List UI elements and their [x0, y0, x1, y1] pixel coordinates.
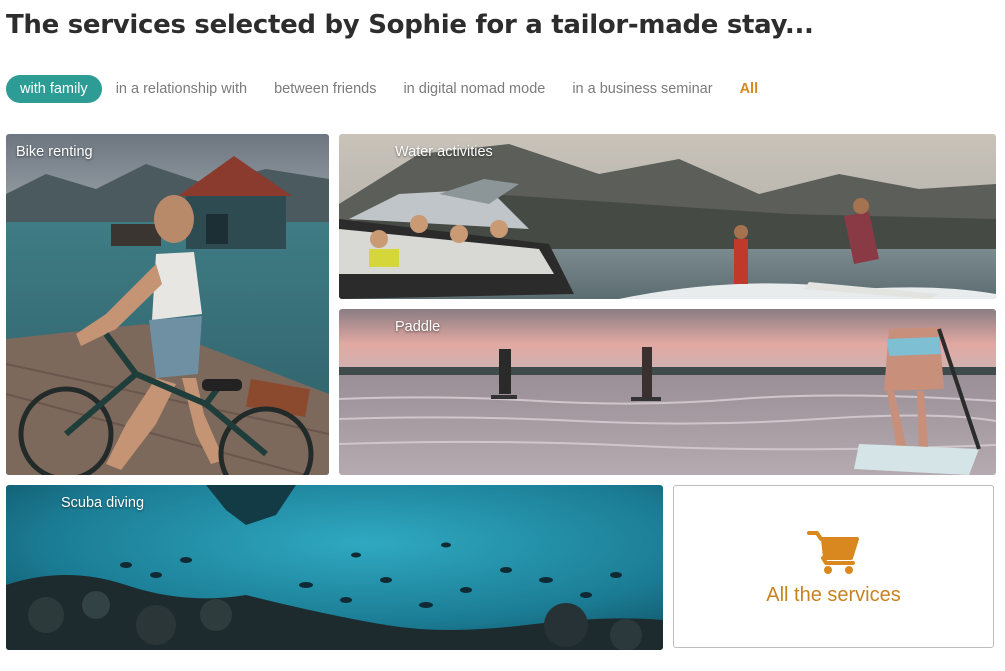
card-water-activities[interactable]: Water activities — [339, 134, 996, 299]
card-label-scuba-diving: Scuba diving — [61, 495, 145, 511]
card-label-paddle: Paddle — [395, 319, 441, 335]
page-title: The services selected by Sophie for a ta… — [6, 10, 814, 40]
filter-with-family[interactable]: with family — [6, 75, 102, 103]
filter-business-seminar[interactable]: in a business seminar — [572, 81, 712, 97]
bike-renting-photo — [6, 134, 329, 475]
cart-icon — [806, 530, 861, 576]
filter-bar: with family in a relationship with betwe… — [6, 74, 785, 104]
filter-relationship[interactable]: in a relationship with — [116, 81, 247, 97]
filter-between-friends[interactable]: between friends — [274, 81, 376, 97]
card-scuba-diving[interactable]: Scuba diving — [6, 485, 663, 650]
card-paddle[interactable]: Paddle — [339, 309, 996, 475]
card-label-bike-renting: Bike renting — [16, 144, 93, 160]
card-bike-renting[interactable]: Bike renting — [6, 134, 329, 475]
card-label-water-activities: Water activities — [395, 144, 493, 160]
all-services-card[interactable]: All the services — [673, 485, 994, 648]
all-services-label: All the services — [766, 584, 901, 606]
filter-all[interactable]: All — [740, 81, 759, 97]
filter-digital-nomad[interactable]: in digital nomad mode — [403, 81, 545, 97]
